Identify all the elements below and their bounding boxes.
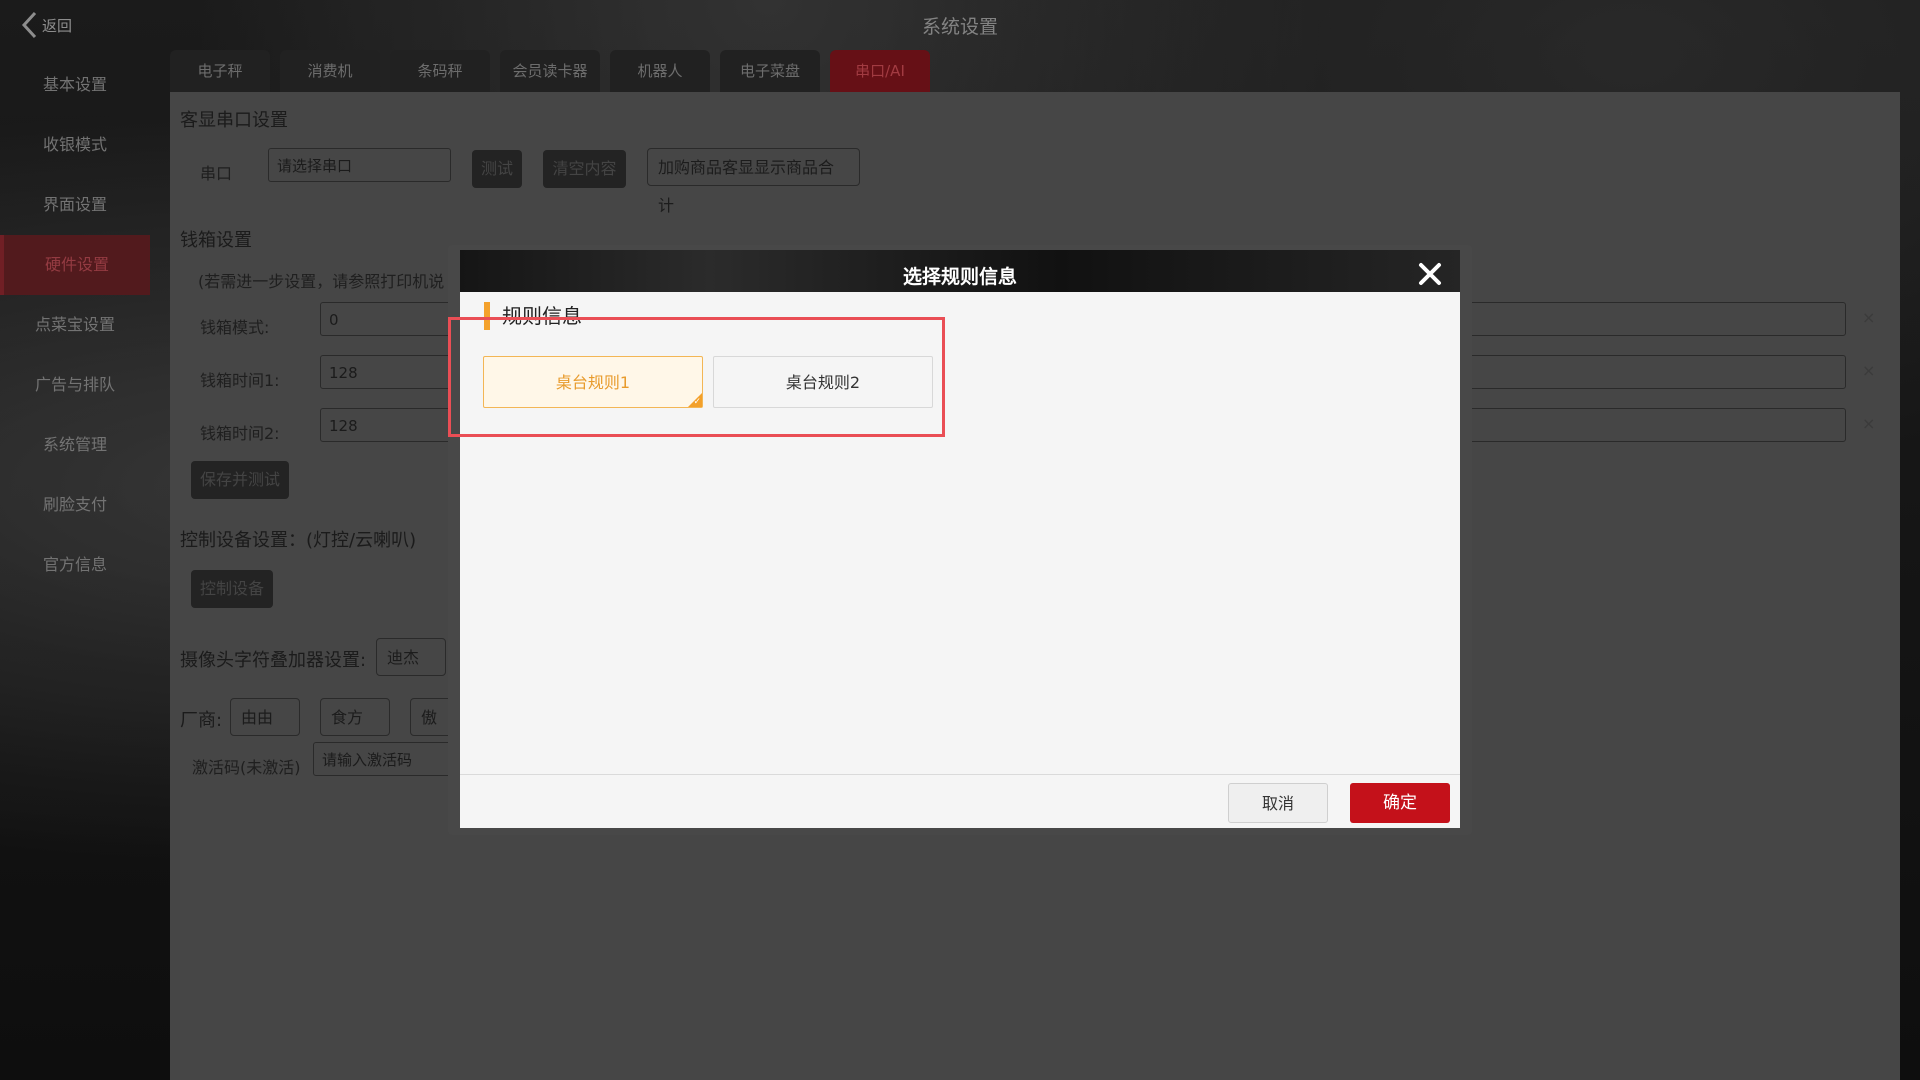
dialog-footer: 取消 确定 bbox=[460, 774, 1460, 828]
dialog-body: 规则信息 桌台规则1 ✓ 桌台规则2 取消 确定 bbox=[448, 292, 1460, 828]
close-icon bbox=[1419, 263, 1441, 285]
checkmark-icon: ✓ bbox=[693, 397, 701, 407]
rule-option-1-label: 桌台规则1 bbox=[555, 373, 631, 392]
rule-option-2-label: 桌台规则2 bbox=[785, 373, 861, 392]
dialog-title: 选择规则信息 bbox=[902, 266, 1017, 288]
close-button[interactable] bbox=[1412, 256, 1448, 292]
cancel-button[interactable]: 取消 bbox=[1228, 783, 1328, 823]
dialog-header: 选择规则信息 bbox=[460, 250, 1460, 298]
select-rule-dialog: 选择规则信息 规则信息 桌台规则1 ✓ 桌台规则2 取消 确定 bbox=[448, 245, 1472, 835]
confirm-button[interactable]: 确定 bbox=[1350, 783, 1450, 823]
rule-option-1[interactable]: 桌台规则1 ✓ bbox=[483, 356, 703, 408]
rule-option-2[interactable]: 桌台规则2 bbox=[713, 356, 933, 408]
